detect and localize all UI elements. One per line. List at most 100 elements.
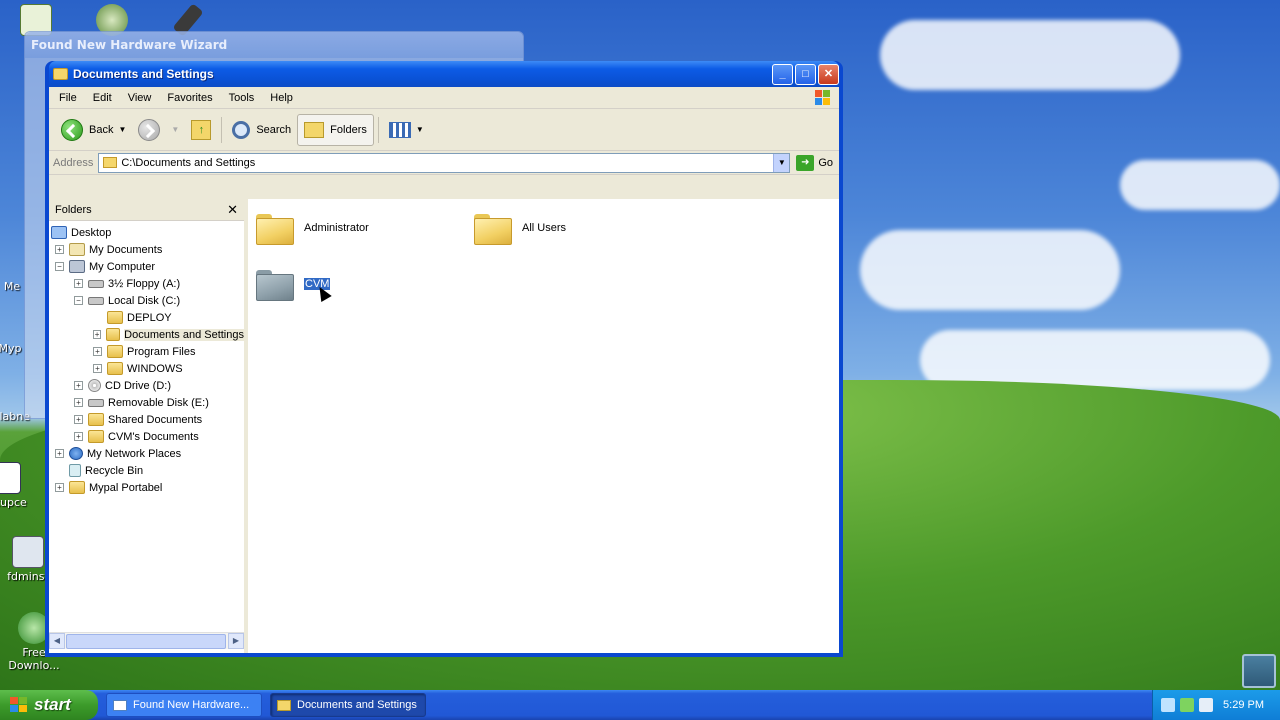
title-bar[interactable]: Documents and Settings _ □ ✕ (49, 61, 839, 87)
tree-item-cd-drive[interactable]: + CD Drive (D:) (49, 377, 244, 394)
desktop-icon-label: Me (3, 280, 21, 293)
address-input[interactable]: C:\Documents and Settings ▼ (98, 152, 791, 173)
tree-label: Mypal Portabel (89, 481, 163, 494)
expand-icon[interactable]: + (74, 398, 83, 407)
safely-remove-tray-icon[interactable] (1180, 698, 1194, 712)
tree-item-my-documents[interactable]: + My Documents (49, 241, 244, 258)
tree-label: WINDOWS (127, 362, 183, 375)
expand-icon[interactable]: + (55, 245, 64, 254)
folder-item-all-users[interactable]: All Users (474, 211, 566, 245)
expand-icon[interactable]: + (93, 330, 102, 339)
chevron-down-icon[interactable]: ▼ (416, 125, 424, 134)
go-button[interactable]: ➜ Go (790, 154, 839, 171)
expand-icon[interactable]: + (93, 364, 102, 373)
windows-flag-icon (10, 697, 28, 713)
folder-tree: Desktop + My Documents − My Computer + 3… (49, 221, 244, 496)
maximize-button[interactable]: □ (795, 63, 816, 85)
tree-item-my-network-places[interactable]: + My Network Places (49, 445, 244, 462)
my-computer-icon (69, 260, 85, 273)
tree-item-desktop[interactable]: Desktop (49, 224, 244, 241)
tree-item-documents-and-settings[interactable]: + Documents and Settings (49, 326, 244, 343)
collapse-icon[interactable]: − (74, 296, 83, 305)
wizard-title: Found New Hardware Wizard (25, 32, 523, 58)
taskbar-item-hardware-wizard[interactable]: Found New Hardware... (106, 693, 262, 717)
scroll-left-icon[interactable]: ◀ (49, 633, 65, 649)
expand-icon[interactable]: + (74, 381, 83, 390)
tree-item-windows[interactable]: + WINDOWS (49, 360, 244, 377)
expand-icon[interactable]: + (55, 449, 64, 458)
folder-item-administrator[interactable]: Administrator (256, 211, 369, 245)
expand-icon[interactable]: + (55, 483, 64, 492)
menu-help[interactable]: Help (262, 92, 301, 104)
address-dropdown-icon[interactable]: ▼ (773, 153, 790, 172)
tree-label: My Network Places (87, 447, 182, 460)
chevron-down-icon[interactable]: ▼ (118, 125, 126, 134)
desktop-icon-label: Myp (0, 342, 22, 355)
minimize-button[interactable]: _ (772, 63, 793, 85)
desktop-icon-setupce[interactable]: setupce (0, 462, 41, 509)
window-title: Documents and Settings (73, 67, 214, 81)
address-bar: Address C:\Documents and Settings ▼ ➜ Go (49, 151, 839, 175)
chevron-down-icon[interactable]: ▼ (171, 125, 179, 134)
folder-item-cvm[interactable]: CVM (256, 267, 332, 303)
download-widget-icon[interactable] (1242, 654, 1276, 688)
tree-item-removable-disk[interactable]: + Removable Disk (E:) (49, 394, 244, 411)
tree-label: My Documents (89, 243, 163, 256)
menu-edit[interactable]: Edit (85, 92, 120, 104)
tree-item-program-files[interactable]: + Program Files (49, 343, 244, 360)
scroll-thumb[interactable] (66, 633, 226, 649)
tree-label: Recycle Bin (85, 464, 144, 477)
tree-item-local-disk-c[interactable]: − Local Disk (C:) (49, 292, 244, 309)
folders-pane-header: Folders ✕ (49, 199, 244, 221)
close-icon[interactable]: ✕ (227, 202, 238, 218)
forward-button[interactable]: ▼ (132, 114, 185, 146)
folder-icon (107, 345, 123, 358)
start-button[interactable]: start (0, 690, 98, 720)
close-button[interactable]: ✕ (818, 63, 839, 85)
floppy-drive-icon (88, 279, 104, 288)
menu-favorites[interactable]: Favorites (159, 92, 220, 104)
tree-item-shared-documents[interactable]: + Shared Documents (49, 411, 244, 428)
back-label: Back (89, 123, 114, 136)
menu-tools[interactable]: Tools (221, 92, 263, 104)
address-value: C:\Documents and Settings (121, 156, 256, 169)
tree-item-mypal-portabel[interactable]: + Mypal Portabel (49, 479, 244, 496)
go-arrow-icon: ➜ (796, 154, 815, 171)
search-button[interactable]: Search (226, 114, 297, 146)
menu-bar: File Edit View Favorites Tools Help (49, 87, 839, 109)
folders-button[interactable]: Folders (297, 113, 374, 146)
folders-label: Folders (330, 123, 367, 136)
tree-item-deploy[interactable]: DEPLOY (49, 309, 244, 326)
expand-icon[interactable]: + (74, 279, 83, 288)
horizontal-scrollbar[interactable]: ◀ ▶ (49, 632, 244, 649)
tree-label: Removable Disk (E:) (108, 396, 209, 409)
views-button[interactable]: ▼ (383, 114, 430, 146)
menu-view[interactable]: View (120, 92, 160, 104)
tree-item-floppy[interactable]: + 3½ Floppy (A:) (49, 275, 244, 292)
tree-item-cvms-documents[interactable]: + CVM's Documents (49, 428, 244, 445)
collapse-icon[interactable]: − (55, 262, 64, 271)
expand-icon[interactable]: + (74, 432, 83, 441)
file-list: Administrator All Users CVM (248, 199, 839, 653)
toolbar-separator (377, 116, 379, 143)
expand-icon[interactable]: + (93, 347, 102, 356)
toolbar-separator (221, 116, 223, 143)
scroll-right-icon[interactable]: ▶ (228, 633, 244, 649)
folder-name: Administrator (304, 222, 369, 234)
tree-item-recycle-bin[interactable]: Recycle Bin (49, 462, 244, 479)
recycle-bin-icon (69, 464, 81, 477)
back-button[interactable]: Back ▼ (55, 114, 132, 146)
network-tray-icon[interactable] (1161, 698, 1175, 712)
monitor-tray-icon[interactable] (1199, 698, 1213, 712)
tree-item-my-computer[interactable]: − My Computer (49, 258, 244, 275)
installer-icon (12, 536, 44, 568)
menu-file[interactable]: File (51, 92, 85, 104)
up-button[interactable]: ↑ (185, 114, 217, 146)
taskbar-item-documents-and-settings[interactable]: Documents and Settings (270, 693, 426, 717)
expand-icon[interactable]: + (74, 415, 83, 424)
explorer-window[interactable]: Documents and Settings _ □ ✕ File Edit V… (45, 61, 843, 657)
desktop-icon-label: fdminst (7, 570, 49, 583)
folder-icon (103, 157, 118, 168)
tree-label: Local Disk (C:) (108, 294, 181, 307)
address-label: Address (53, 156, 94, 169)
